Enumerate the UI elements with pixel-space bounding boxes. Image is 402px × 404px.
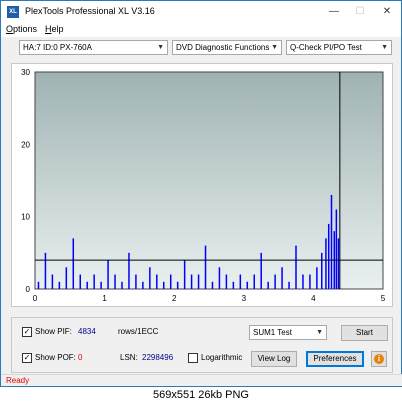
drive-select[interactable]: HA:7 ID:0 PX-760A ▼ — [19, 40, 168, 55]
chart-frame: 0 1 2 3 4 5 0 10 20 30 — [11, 63, 393, 307]
sum-test-select-value: SUM1 Test — [253, 328, 292, 337]
status-bar: Ready — [2, 374, 402, 386]
y-tick-label: 30 — [21, 68, 30, 77]
menu-help-label: elp — [51, 24, 64, 34]
show-pof-label: Show POF: — [35, 353, 76, 362]
pif-unit: rows/1ECC — [118, 327, 159, 336]
menu-bar: Options Help — [1, 23, 401, 37]
show-pif-checkbox[interactable]: ✓ — [22, 327, 32, 337]
function-select[interactable]: DVD Diagnostic Functions ▼ — [172, 40, 282, 55]
status-text: Ready — [6, 376, 30, 385]
sum-test-select[interactable]: SUM1 Test ▼ — [249, 325, 327, 340]
menu-options[interactable]: Options — [6, 24, 37, 34]
chevron-down-icon: ▼ — [157, 44, 164, 51]
title-bar: XL PlexTools Professional XL V3.16 — ☐ ✕ — [1, 1, 401, 23]
pof-value: 0 — [78, 353, 83, 362]
chevron-down-icon: ▼ — [381, 44, 388, 51]
y-tick-label: 0 — [26, 285, 31, 294]
app-icon: XL — [7, 6, 19, 18]
image-caption: 569x551 26kb PNG — [0, 387, 402, 404]
window-title: PlexTools Professional XL V3.16 — [25, 6, 155, 16]
chevron-down-icon: ▼ — [316, 329, 323, 336]
chevron-down-icon: ▼ — [271, 44, 278, 51]
show-pif-label: Show PIF: — [35, 327, 72, 336]
lsn-value: 2298496 — [142, 353, 174, 362]
lsn-label: LSN: — [120, 353, 138, 362]
pif-value: 4834 — [78, 327, 96, 336]
function-select-value: DVD Diagnostic Functions — [176, 43, 270, 52]
show-pof-checkbox[interactable]: ✓ — [22, 353, 32, 363]
close-button[interactable]: ✕ — [374, 1, 400, 23]
logarithmic-checkbox[interactable] — [188, 353, 198, 363]
menu-options-label: ptions — [13, 24, 38, 34]
maximize-button[interactable]: ☐ — [347, 1, 373, 23]
logarithmic-label: Logarithmic — [201, 353, 243, 362]
info-icon: i — [374, 354, 384, 364]
x-tick-label: 3 — [242, 294, 247, 303]
drive-select-value: HA:7 ID:0 PX-760A — [23, 43, 92, 52]
x-tick-label: 0 — [33, 294, 38, 303]
minimize-button[interactable]: — — [321, 1, 347, 23]
y-tick-label: 10 — [21, 213, 30, 222]
plextools-window: XL PlexTools Professional XL V3.16 — ☐ ✕… — [0, 0, 402, 387]
x-tick-label: 1 — [102, 294, 107, 303]
test-select-value: Q-Check PI/PO Test — [290, 43, 362, 52]
menu-help[interactable]: Help — [45, 24, 64, 34]
info-button[interactable]: i — [371, 351, 387, 367]
view-log-button[interactable]: View Log — [251, 351, 297, 367]
x-tick-label: 2 — [172, 294, 177, 303]
x-tick-label: 4 — [311, 294, 316, 303]
menu-options-mnemonic: O — [6, 24, 14, 34]
pi-po-chart: 0 1 2 3 4 5 0 10 20 30 — [21, 68, 386, 303]
preferences-button[interactable]: Preferences — [306, 351, 364, 367]
start-button[interactable]: Start — [341, 325, 388, 341]
x-tick-label: 5 — [381, 294, 386, 303]
controls-panel: ✓ Show PIF: 4834 rows/1ECC SUM1 Test ▼ S… — [11, 317, 393, 373]
test-select[interactable]: Q-Check PI/PO Test ▼ — [286, 40, 392, 55]
y-tick-label: 20 — [21, 140, 30, 149]
